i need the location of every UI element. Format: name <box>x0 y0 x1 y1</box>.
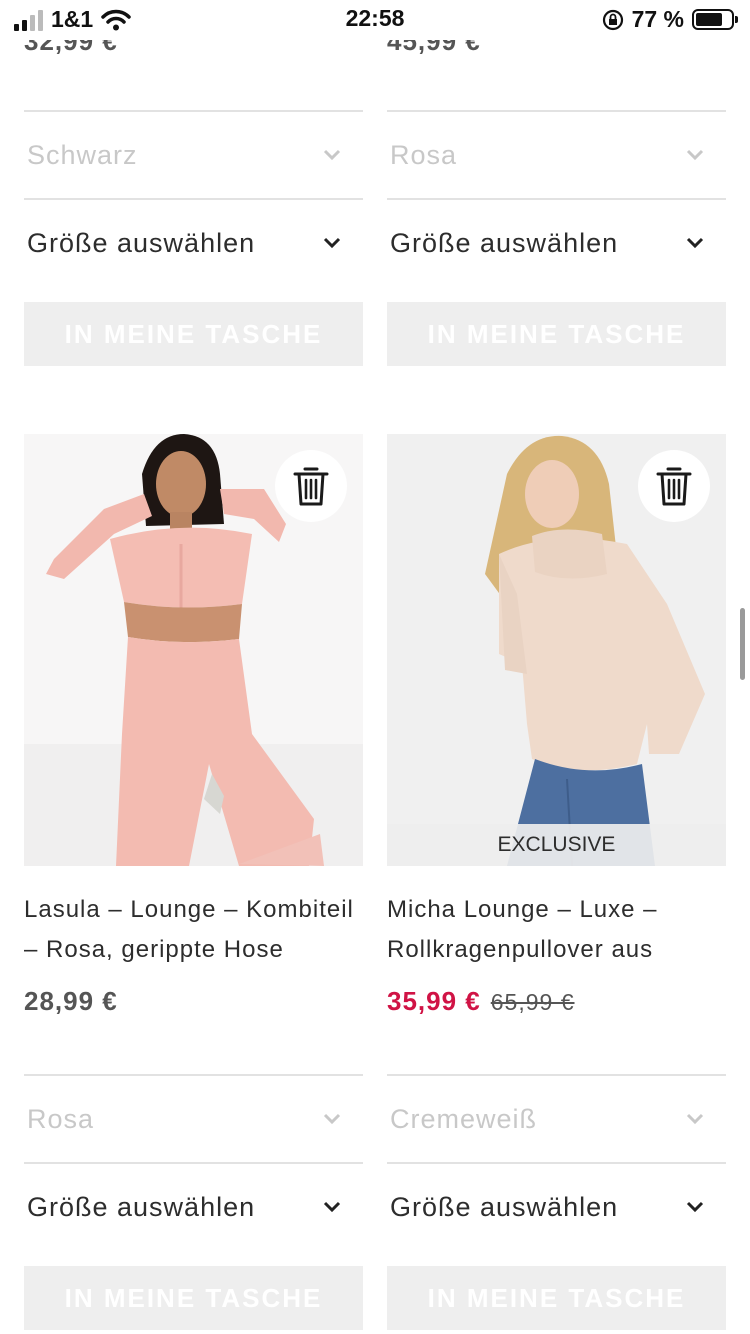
remove-item-button[interactable] <box>638 450 710 522</box>
size-select-value: Größe auswählen <box>27 227 256 258</box>
color-select[interactable]: Schwarz <box>24 110 363 198</box>
size-select[interactable]: Größe auswählen <box>24 1162 363 1250</box>
size-select-value: Größe auswählen <box>390 1191 619 1222</box>
add-to-bag-label: IN MEINE TASCHE <box>427 1282 686 1313</box>
color-select[interactable]: Rosa <box>24 1074 363 1162</box>
size-select[interactable]: Größe auswählen <box>387 1162 726 1250</box>
chevron-down-icon <box>686 1113 704 1125</box>
chevron-down-icon <box>686 149 704 161</box>
product-image[interactable]: EXCLUSIVE <box>387 434 726 866</box>
battery-icon <box>692 9 738 30</box>
scrollbar[interactable] <box>740 608 745 680</box>
add-to-bag-label: IN MEINE TASCHE <box>427 318 686 349</box>
add-to-bag-button[interactable]: IN MEINE TASCHE <box>24 302 363 366</box>
rotation-lock-icon <box>602 9 623 30</box>
remove-item-button[interactable] <box>275 450 347 522</box>
battery-percent: 77 % <box>631 6 684 32</box>
color-select-value: Rosa <box>27 1103 95 1134</box>
color-select-value: Schwarz <box>27 139 138 170</box>
color-select[interactable]: Cremeweiß <box>387 1074 726 1162</box>
sale-price: 35,99 € <box>387 986 481 1016</box>
status-bar: 1&1 22:58 77 % <box>0 0 750 40</box>
chevron-down-icon <box>686 1201 704 1213</box>
add-to-bag-button[interactable]: IN MEINE TASCHE <box>387 302 726 366</box>
exclusive-badge: EXCLUSIVE <box>387 824 726 866</box>
size-select-value: Größe auswählen <box>390 227 619 258</box>
size-select[interactable]: Größe auswählen <box>24 198 363 286</box>
chevron-down-icon <box>686 237 704 249</box>
add-to-bag-label: IN MEINE TASCHE <box>64 318 323 349</box>
chevron-down-icon <box>323 237 341 249</box>
product-image[interactable] <box>24 434 363 866</box>
size-select[interactable]: Größe auswählen <box>387 198 726 286</box>
add-to-bag-button[interactable]: IN MEINE TASCHE <box>24 1266 363 1330</box>
add-to-bag-button[interactable]: IN MEINE TASCHE <box>387 1266 726 1330</box>
product-title[interactable]: Lasula – Lounge – Kombiteil – Rosa, geri… <box>24 890 363 970</box>
product-title[interactable]: Micha Lounge – Luxe – Rollkragenpullover… <box>387 890 726 970</box>
trash-icon <box>293 467 329 506</box>
add-to-bag-label: IN MEINE TASCHE <box>64 1282 323 1313</box>
trash-icon <box>656 467 692 506</box>
product-price: 28,99 € <box>24 986 118 1016</box>
size-select-value: Größe auswählen <box>27 1191 256 1222</box>
price-row: 28,99 € <box>24 986 118 1017</box>
price-row: 35,99 € 65,99 € <box>387 986 575 1017</box>
chevron-down-icon <box>323 1201 341 1213</box>
color-select-value: Rosa <box>390 139 458 170</box>
color-select[interactable]: Rosa <box>387 110 726 198</box>
color-select-value: Cremeweiß <box>390 1103 538 1134</box>
chevron-down-icon <box>323 149 341 161</box>
original-price: 65,99 € <box>490 989 575 1015</box>
chevron-down-icon <box>323 1113 341 1125</box>
